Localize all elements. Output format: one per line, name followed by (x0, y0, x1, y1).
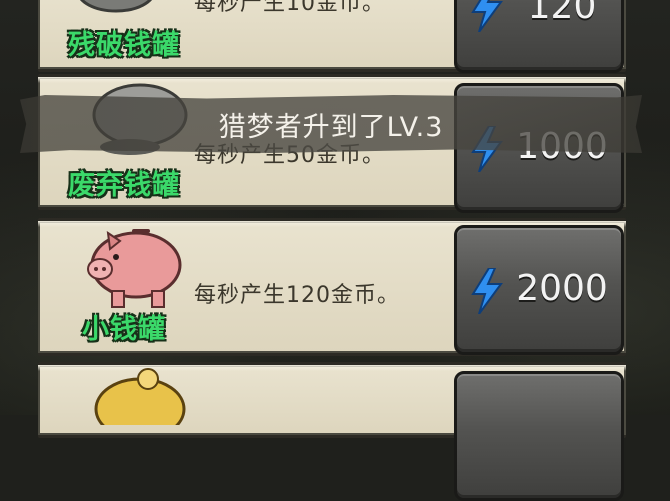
toast-message: 猎梦者升到了LV.3 (218, 112, 444, 143)
item-name: 残破钱罐 (68, 30, 180, 61)
shop-item-card: 小钱罐 每秒产生120金币。 2000 (38, 218, 626, 356)
lightning-bolt-icon (471, 268, 503, 314)
item-name: 小钱罐 (82, 314, 166, 345)
shop-item-card (38, 362, 626, 501)
lightning-bolt-icon (471, 0, 503, 32)
item-description: 每秒产生10金币。 (194, 0, 385, 16)
buy-button[interactable]: 120 (454, 0, 624, 73)
golden-piggy-bank-icon (56, 365, 196, 441)
item-cost: 120 (527, 0, 597, 27)
item-description: 每秒产生120金币。 (194, 283, 400, 308)
shop-item-card: 残破钱罐 每秒产生10金币。 120 (38, 0, 626, 73)
level-up-toast: 猎梦者升到了LV.3 (20, 95, 642, 153)
item-name: 废弃钱罐 (68, 170, 180, 201)
buy-button[interactable] (454, 371, 624, 501)
item-cost: 2000 (516, 268, 608, 309)
buy-button[interactable]: 2000 (454, 225, 624, 355)
